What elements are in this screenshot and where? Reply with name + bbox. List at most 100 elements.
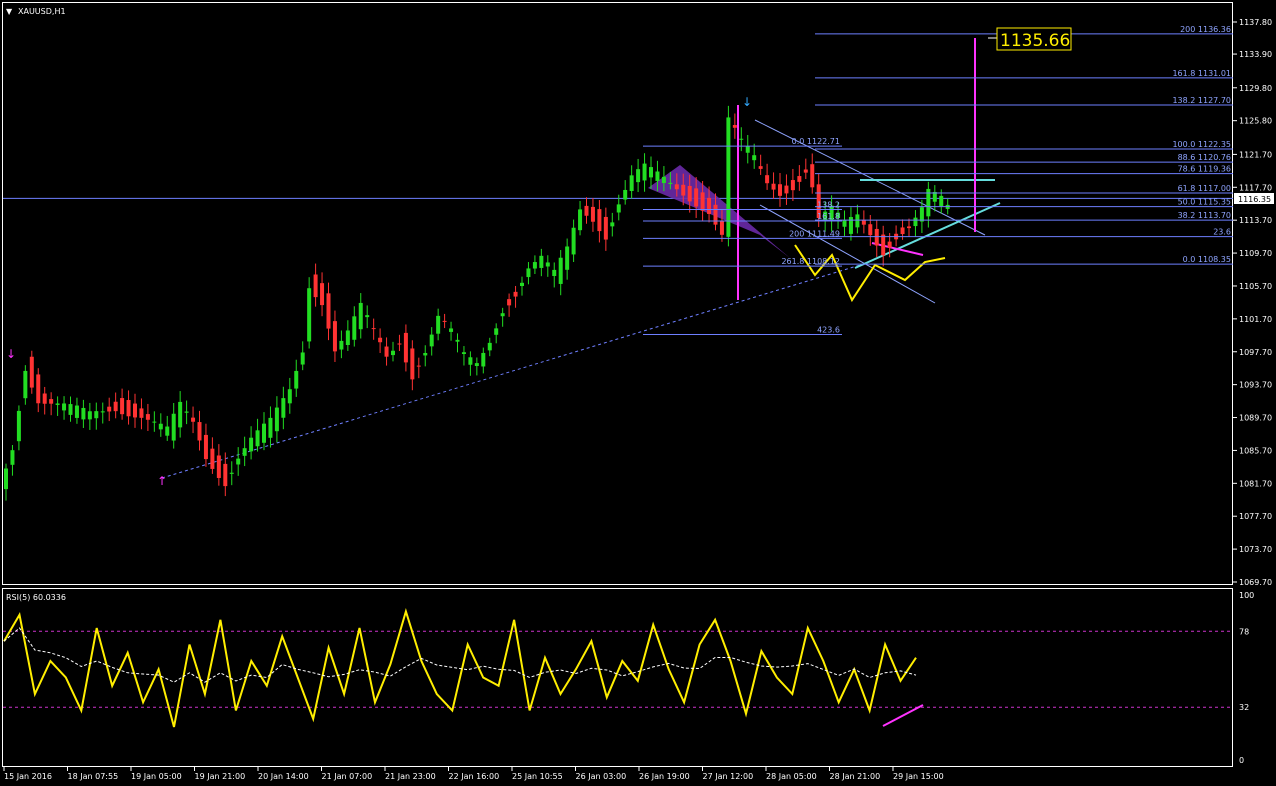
candle-body (281, 398, 286, 418)
candle-body (29, 356, 34, 388)
candle-body (532, 262, 537, 269)
candle-body (274, 407, 279, 432)
candle-body (449, 328, 454, 332)
y-tick-label: 1097.70 (1239, 348, 1272, 357)
fib-label: 100.0 1122.35 (1172, 140, 1231, 149)
candle-body (197, 422, 202, 441)
candle-body (423, 352, 428, 356)
fib-label: 38.2 1113.70 (1178, 211, 1231, 220)
x-tick-label: 19 Jan 05:00 (131, 772, 182, 781)
x-tick-label: 21 Jan 07:00 (322, 772, 373, 781)
candle-body (210, 448, 215, 469)
candle-body (481, 352, 486, 367)
candle-body (255, 430, 260, 447)
candle-body (713, 204, 718, 225)
candle-body (848, 217, 853, 234)
fib-label: 423.6 (817, 325, 840, 334)
y-tick-label: 1077.70 (1239, 512, 1272, 521)
candle-body (87, 411, 92, 420)
candle-body (526, 268, 531, 278)
y-tick-label: 1069.70 (1239, 578, 1272, 587)
y-tick-label: 1085.70 (1239, 446, 1272, 455)
candle-body (752, 155, 757, 161)
y-tick-label: 1081.70 (1239, 479, 1272, 488)
candle-body (790, 180, 795, 191)
candle-body (113, 401, 118, 412)
current-price-value: 1116.35 (1238, 195, 1271, 204)
candle-body (513, 291, 518, 297)
candle-body (907, 226, 911, 229)
candle-body (242, 448, 247, 456)
candle-body (326, 293, 331, 329)
candle-body (36, 374, 41, 404)
candle-body (403, 332, 408, 363)
rsi-level-label: 32 (1239, 703, 1249, 712)
candle-body (152, 421, 157, 423)
fib-label: 138.2 1127.70 (1172, 96, 1231, 105)
price-chart[interactable]: ▼ XAUUSD,H1 RSI(5) 60.0336 1137.80 1133.9… (0, 0, 1276, 786)
candle-body (203, 434, 208, 460)
x-axis: 15 Jan 2016 18 Jan 07:55 19 Jan 05:00 19 Ja… (3, 767, 944, 781)
candle-body (868, 224, 873, 236)
rsi-level-label: 100 (1239, 591, 1254, 600)
y-tick-label: 1109.70 (1239, 249, 1272, 258)
rsi-level-label: 78 (1239, 627, 1249, 636)
candle-body (584, 205, 589, 216)
y-tick-label: 1125.80 (1239, 117, 1272, 126)
candle-body (649, 167, 653, 178)
candle-body (461, 352, 466, 355)
candle-body (223, 463, 228, 487)
y-axis: 1137.80 1133.90 1129.80 1125.80 1121.70 1117.… (1233, 18, 1272, 587)
y-tick-label: 1113.70 (1239, 216, 1272, 225)
fib-label: 161.8 (817, 212, 840, 221)
candle-body (42, 393, 47, 404)
x-tick-label: 29 Jan 15:00 (893, 772, 944, 781)
candle-body (758, 166, 763, 169)
candle-body (397, 343, 402, 345)
candle-body (249, 437, 254, 452)
x-tick-label: 27 Jan 12:00 (703, 772, 754, 781)
candle-body (674, 184, 679, 190)
y-tick-label: 1093.70 (1239, 381, 1272, 390)
x-tick-label: 25 Jan 10:55 (512, 772, 563, 781)
x-tick-label: 26 Jan 19:00 (639, 772, 690, 781)
candle-body (145, 414, 150, 420)
candle-body (565, 246, 570, 270)
candle-body (429, 334, 434, 347)
y-tick-label: 1137.80 (1239, 18, 1272, 27)
candle-body (739, 138, 744, 140)
candle-body (294, 370, 299, 389)
candle-body (719, 220, 724, 235)
price-divergence-line (871, 242, 924, 256)
candle-body (700, 192, 705, 211)
candle-body (874, 228, 879, 246)
candle-body (494, 328, 499, 335)
candle-body (133, 403, 137, 418)
candle-body (655, 171, 660, 181)
candle-body (455, 339, 460, 342)
candle-body (300, 352, 305, 365)
candle-body (552, 269, 557, 277)
candle-body (139, 408, 144, 418)
candle-body (100, 411, 105, 413)
y-tick-label: 1101.70 (1239, 315, 1272, 324)
fib-label: 88.6 1120.76 (1178, 153, 1231, 162)
rsi-pane: 100 78 32 0 (3, 591, 1254, 765)
candle-body (410, 348, 415, 380)
x-tick-label: 21 Jan 23:00 (385, 772, 436, 781)
candle-body (474, 363, 479, 366)
candle-body (597, 209, 602, 232)
fib-label: 0.0 1108.35 (1183, 255, 1231, 264)
x-tick-label: 18 Jan 07:55 (68, 772, 119, 781)
candle-body (900, 227, 905, 235)
rsi-level-label: 0 (1239, 756, 1244, 765)
candle-body (307, 288, 312, 342)
candle-body (661, 176, 666, 184)
candle-body (442, 320, 447, 322)
candle-body (784, 185, 789, 194)
candle-body (165, 426, 170, 436)
x-tick-label: 26 Jan 03:00 (576, 772, 627, 781)
window-menu-icon[interactable]: ▼ (6, 7, 13, 16)
candle-body (578, 209, 583, 231)
candle-body (313, 274, 318, 298)
